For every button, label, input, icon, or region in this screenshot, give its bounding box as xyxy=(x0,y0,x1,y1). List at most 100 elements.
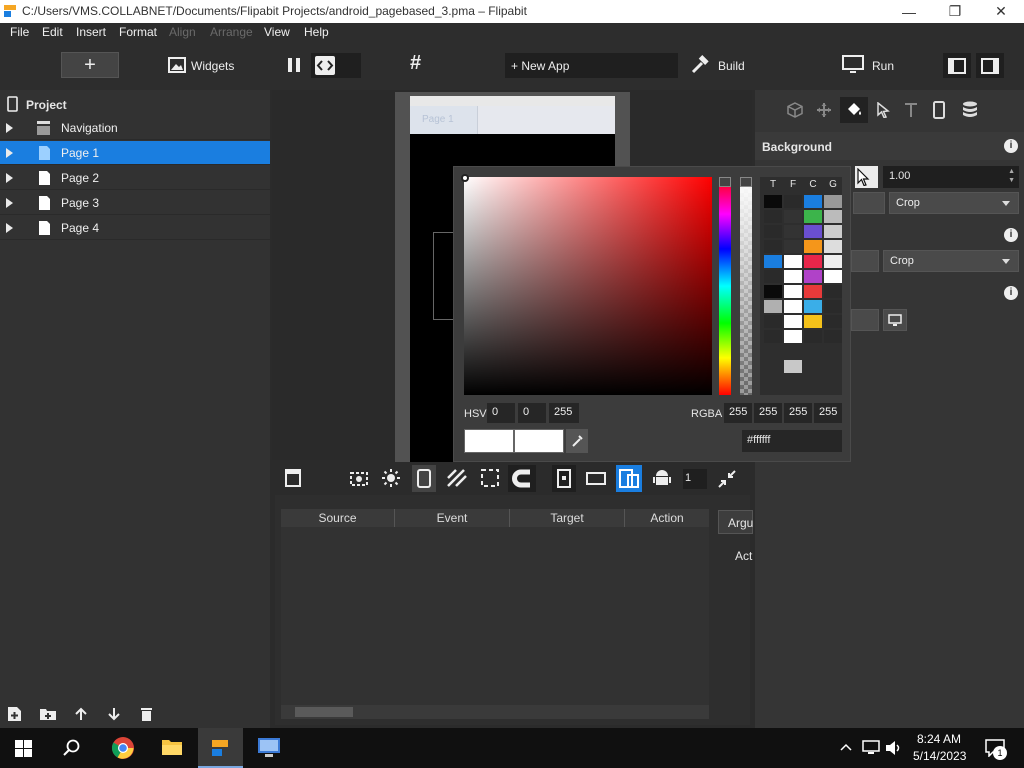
palette-swatch[interactable] xyxy=(824,210,842,223)
palette-swatch[interactable] xyxy=(784,210,802,223)
palette-swatch[interactable] xyxy=(824,270,842,283)
run-button[interactable]: Run xyxy=(872,59,894,73)
saturation-value-area[interactable] xyxy=(461,174,712,395)
clock-date[interactable]: 5/14/2023 xyxy=(913,749,966,763)
hatch-icon[interactable] xyxy=(447,469,467,487)
palette-swatch[interactable] xyxy=(784,330,802,343)
palette-swatch[interactable] xyxy=(824,195,842,208)
device-preview-toggle[interactable] xyxy=(412,465,436,492)
image-select-button[interactable] xyxy=(853,192,885,214)
taskbar-flipabit[interactable] xyxy=(198,728,243,768)
rgba-a-field[interactable]: 255 xyxy=(814,403,842,423)
widgets-button[interactable]: Widgets xyxy=(191,59,234,73)
palette-swatch[interactable] xyxy=(824,315,842,328)
volume-icon[interactable] xyxy=(885,740,903,756)
palette-swatch[interactable] xyxy=(764,225,782,238)
palette-swatch[interactable] xyxy=(784,285,802,298)
rgba-r-field[interactable]: 255 xyxy=(724,403,752,423)
palette-swatch[interactable] xyxy=(804,225,822,238)
palette-swatch[interactable] xyxy=(784,195,802,208)
palette-header[interactable]: G xyxy=(824,179,842,190)
palette-swatch[interactable] xyxy=(804,195,822,208)
minimize-icon[interactable]: — xyxy=(886,0,932,23)
device-icon[interactable] xyxy=(933,101,945,119)
palette-swatch[interactable] xyxy=(764,255,782,268)
palette-swatch[interactable] xyxy=(804,300,822,313)
pause-icon[interactable] xyxy=(287,57,301,73)
palette-header[interactable]: F xyxy=(784,179,802,190)
expand-arrow-icon[interactable] xyxy=(6,222,13,233)
palette-swatch[interactable] xyxy=(804,210,822,223)
file-explorer-icon[interactable] xyxy=(161,737,183,757)
rgba-g-field[interactable]: 255 xyxy=(754,403,782,423)
palette-swatch[interactable] xyxy=(804,285,822,298)
palette-swatch[interactable] xyxy=(764,270,782,283)
palette-header[interactable]: T xyxy=(764,179,782,190)
palette-header[interactable]: C xyxy=(804,179,822,190)
tree-item-page-4[interactable]: Page 4 xyxy=(0,216,270,240)
palette-swatch[interactable] xyxy=(784,225,802,238)
expand-arrow-icon[interactable] xyxy=(6,147,13,158)
add-folder-icon[interactable] xyxy=(39,707,57,721)
palette-swatch[interactable] xyxy=(804,270,822,283)
info-icon[interactable]: i xyxy=(1004,228,1018,242)
text-icon[interactable] xyxy=(904,102,918,118)
palette-swatch[interactable] xyxy=(804,255,822,268)
palette-swatch[interactable] xyxy=(824,240,842,253)
color-cursor[interactable] xyxy=(461,174,469,182)
page-frame-icon[interactable] xyxy=(285,469,301,487)
clock-time[interactable]: 8:24 AM xyxy=(917,732,961,746)
palette-swatch[interactable] xyxy=(824,255,842,268)
build-button[interactable]: Build xyxy=(718,59,745,73)
hue-slider-handle[interactable] xyxy=(719,177,731,187)
palette-swatch[interactable] xyxy=(764,300,782,313)
trash-icon[interactable] xyxy=(140,706,153,722)
palette-swatch[interactable] xyxy=(824,330,842,343)
column-event[interactable]: Event xyxy=(395,509,510,527)
close-icon[interactable]: ✕ xyxy=(978,0,1024,23)
search-icon[interactable] xyxy=(63,739,81,757)
palette-swatch[interactable] xyxy=(784,240,802,253)
menu-format[interactable]: Format xyxy=(119,25,157,39)
palette-swatch[interactable] xyxy=(784,270,802,283)
network-icon[interactable] xyxy=(862,740,880,756)
chevron-up-icon[interactable] xyxy=(840,742,852,752)
palette-swatch[interactable] xyxy=(804,330,822,343)
alpha-slider[interactable] xyxy=(740,177,752,395)
new-app-button[interactable]: + New App xyxy=(505,53,678,78)
tree-item-page-1[interactable]: Page 1 xyxy=(0,141,270,165)
menu-help[interactable]: Help xyxy=(304,25,329,39)
menu-view[interactable]: View xyxy=(264,25,290,39)
palette-swatch[interactable] xyxy=(804,240,822,253)
value-button[interactable] xyxy=(851,309,879,331)
code-toggle[interactable] xyxy=(311,53,361,78)
palette-swatch[interactable] xyxy=(764,330,782,343)
chrome-icon[interactable] xyxy=(111,736,135,760)
horizontal-scrollbar[interactable] xyxy=(281,705,709,719)
eyedropper-button[interactable] xyxy=(566,429,588,453)
palette-swatch[interactable] xyxy=(804,315,822,328)
palette-swatch[interactable] xyxy=(784,315,802,328)
opacity-field[interactable]: 1.00 ▲ ▼ xyxy=(883,166,1019,188)
database-icon[interactable] xyxy=(962,101,978,119)
move-up-icon[interactable] xyxy=(74,707,88,721)
screen-button[interactable] xyxy=(883,309,907,331)
hex-field[interactable]: #ffffff xyxy=(742,430,842,452)
add-page-icon[interactable] xyxy=(7,706,22,722)
palette-swatch[interactable] xyxy=(764,285,782,298)
magnet-toggle[interactable] xyxy=(508,465,536,492)
grid-hash-icon[interactable]: # xyxy=(410,52,421,75)
collapse-icon[interactable] xyxy=(717,469,737,489)
menu-file[interactable]: File xyxy=(10,25,29,39)
palette-swatch[interactable] xyxy=(824,285,842,298)
windows-start-icon[interactable] xyxy=(15,740,32,757)
expand-arrow-icon[interactable] xyxy=(6,197,13,208)
landscape-icon[interactable] xyxy=(586,470,606,486)
tree-item-page-3[interactable]: Page 3 xyxy=(0,191,270,215)
toggle-left-panel-button[interactable] xyxy=(943,53,971,78)
expand-arrow-icon[interactable] xyxy=(6,172,13,183)
hsv-s-field[interactable]: 0 xyxy=(518,403,546,423)
cursor-icon[interactable] xyxy=(876,102,890,118)
android-icon[interactable] xyxy=(652,468,672,488)
add-button[interactable]: + xyxy=(61,52,119,78)
